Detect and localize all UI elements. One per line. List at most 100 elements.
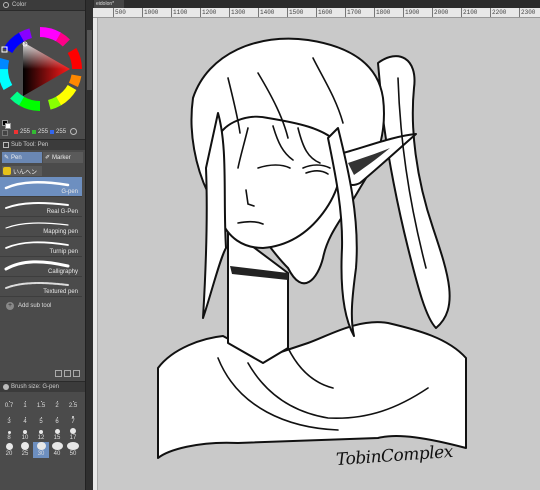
delete-subtool-icon[interactable] <box>73 370 80 377</box>
brush-size-option[interactable]: 2.5 <box>65 394 81 410</box>
brush-size-option[interactable]: 25 <box>17 442 33 458</box>
transparent-swatch[interactable] <box>2 130 8 136</box>
brush-size-option[interactable]: 1.5 <box>33 394 49 410</box>
brush-size-value: 50 <box>69 451 77 457</box>
pen-icon: ✎ <box>4 155 10 161</box>
brush-size-dot-icon <box>40 401 42 402</box>
ruler-tick-label: 1300 <box>231 9 246 16</box>
brush-size-option[interactable]: 3 <box>1 410 17 426</box>
tab-marker[interactable]: ✐ Marker <box>43 152 83 163</box>
add-sub-tool-label: Add sub tool <box>18 303 52 309</box>
brush-size-value: 5 <box>39 419 43 425</box>
ruler-tick-label: 2200 <box>492 9 507 16</box>
ruler-tick <box>142 8 143 17</box>
brush-size-value: 4 <box>23 419 27 425</box>
color-wheel[interactable] <box>0 17 84 121</box>
drawing-canvas[interactable]: TobinComplex <box>98 18 540 490</box>
color-panel-title: Color <box>12 2 27 8</box>
brush-size-value: 1.5 <box>36 403 46 409</box>
brush-size-dot-icon <box>8 401 10 402</box>
color-wheel-icon <box>3 2 9 8</box>
brush-size-option[interactable]: 15 <box>49 426 65 442</box>
pen-tool-icon <box>3 142 9 148</box>
brush-size-value: 0.7 <box>4 403 14 409</box>
ruler-tick-label: 1200 <box>202 9 217 16</box>
left-panel-scrollbar[interactable] <box>85 0 93 490</box>
rgb-readout: 255 255 255 <box>14 128 78 135</box>
brush-item-turnip-pen[interactable]: Turnip pen <box>0 237 82 257</box>
brush-item-g-pen[interactable]: G-pen <box>0 177 82 197</box>
brush-size-dot-icon <box>56 417 58 418</box>
brush-size-value: 12 <box>37 435 45 441</box>
brush-item-real-g-pen[interactable]: Real G-Pen <box>0 197 82 217</box>
ruler-tick-label: 1700 <box>347 9 362 16</box>
copy-subtool-icon[interactable] <box>64 370 71 377</box>
blue-value[interactable]: 255 <box>56 129 66 135</box>
brush-size-option[interactable]: 7 <box>65 410 81 426</box>
brush-size-option[interactable]: 1 <box>17 394 33 410</box>
new-subtool-icon[interactable] <box>55 370 62 377</box>
brush-size-option[interactable]: 50 <box>65 442 81 458</box>
brush-size-value: 25 <box>21 451 29 457</box>
brush-size-option[interactable]: 8 <box>1 426 17 442</box>
subtool-group[interactable]: いんへン <box>2 166 42 176</box>
brush-size-dot-icon <box>67 442 79 450</box>
document-tab[interactable]: eidolon* <box>94 0 124 8</box>
brush-size-dot-icon <box>7 431 11 434</box>
ruler-tick-label: 2300 <box>521 9 536 16</box>
brush-size-option[interactable]: 2 <box>49 394 65 410</box>
add-sub-tool-button[interactable]: + Add sub tool <box>6 302 51 310</box>
brush-size-dot-icon <box>24 417 26 418</box>
brush-size-option[interactable]: 17 <box>65 426 81 442</box>
brush-size-option[interactable]: 0.7 <box>1 394 17 410</box>
brush-size-option[interactable]: 40 <box>49 442 65 458</box>
subtool-footer-icons <box>55 370 80 377</box>
brush-size-dot-icon <box>72 416 74 418</box>
brush-size-option[interactable]: 10 <box>17 426 33 442</box>
brush-name: Turnip pen <box>49 249 78 255</box>
brush-size-grid: 0.7 1 1.5 2 2.5 3 4 5 6 7 8 10 12 15 17 20 25 30 40 50 <box>0 394 82 458</box>
ruler-tick <box>461 8 462 17</box>
brush-size-panel-header: Brush size: G-pen <box>0 381 85 392</box>
tab-marker-label: Marker <box>52 154 71 161</box>
brush-size-dot-icon <box>24 401 26 402</box>
brush-size-option[interactable]: 5 <box>33 410 49 426</box>
sub-color-swatch[interactable] <box>5 123 11 129</box>
ruler-tick <box>345 8 346 17</box>
brush-size-dot-icon <box>39 430 43 434</box>
green-value[interactable]: 255 <box>38 129 48 135</box>
brush-name: Mapping pen <box>43 229 78 235</box>
ruler-tick-label: 1800 <box>376 9 391 16</box>
ruler-tick <box>432 8 433 17</box>
brush-size-value: 30 <box>37 451 45 457</box>
brush-item-mapping-pen[interactable]: Mapping pen <box>0 217 82 237</box>
color-wheel-area[interactable] <box>0 11 85 121</box>
brush-size-dot-icon <box>56 401 58 402</box>
brush-size-dot-icon <box>70 428 76 434</box>
brush-size-option[interactable]: 12 <box>33 426 49 442</box>
red-value[interactable]: 255 <box>20 129 30 135</box>
brush-size-value: 8 <box>7 435 11 441</box>
subtool-tabs: ✎ Pen ✐ Marker <box>0 151 85 164</box>
settings-gear-icon[interactable] <box>70 128 78 135</box>
ruler-tick <box>258 8 259 17</box>
brush-size-value: 7 <box>71 419 75 425</box>
ruler-tick-label: 1000 <box>144 9 159 16</box>
group-badge-icon <box>3 167 11 175</box>
subtool-title: Sub Tool: Pen <box>11 142 49 148</box>
brush-size-value: 40 <box>53 451 61 457</box>
brush-size-icon <box>3 384 9 390</box>
tab-pen[interactable]: ✎ Pen <box>2 152 42 163</box>
brush-size-dot-icon <box>72 401 74 402</box>
brush-item-textured-pen[interactable]: Textured pen <box>0 277 82 297</box>
brush-size-option[interactable]: 6 <box>49 410 65 426</box>
brush-size-option[interactable]: 30 <box>33 442 49 458</box>
brush-size-value: 10 <box>21 435 29 441</box>
brush-size-value: 15 <box>53 435 61 441</box>
scrollbar-thumb[interactable] <box>87 30 92 90</box>
blue-indicator-icon <box>50 129 55 134</box>
brush-item-calligraphy[interactable]: Calligraphy <box>0 257 82 277</box>
brush-size-option[interactable]: 4 <box>17 410 33 426</box>
brush-size-value: 1 <box>23 403 27 409</box>
brush-size-option[interactable]: 20 <box>1 442 17 458</box>
